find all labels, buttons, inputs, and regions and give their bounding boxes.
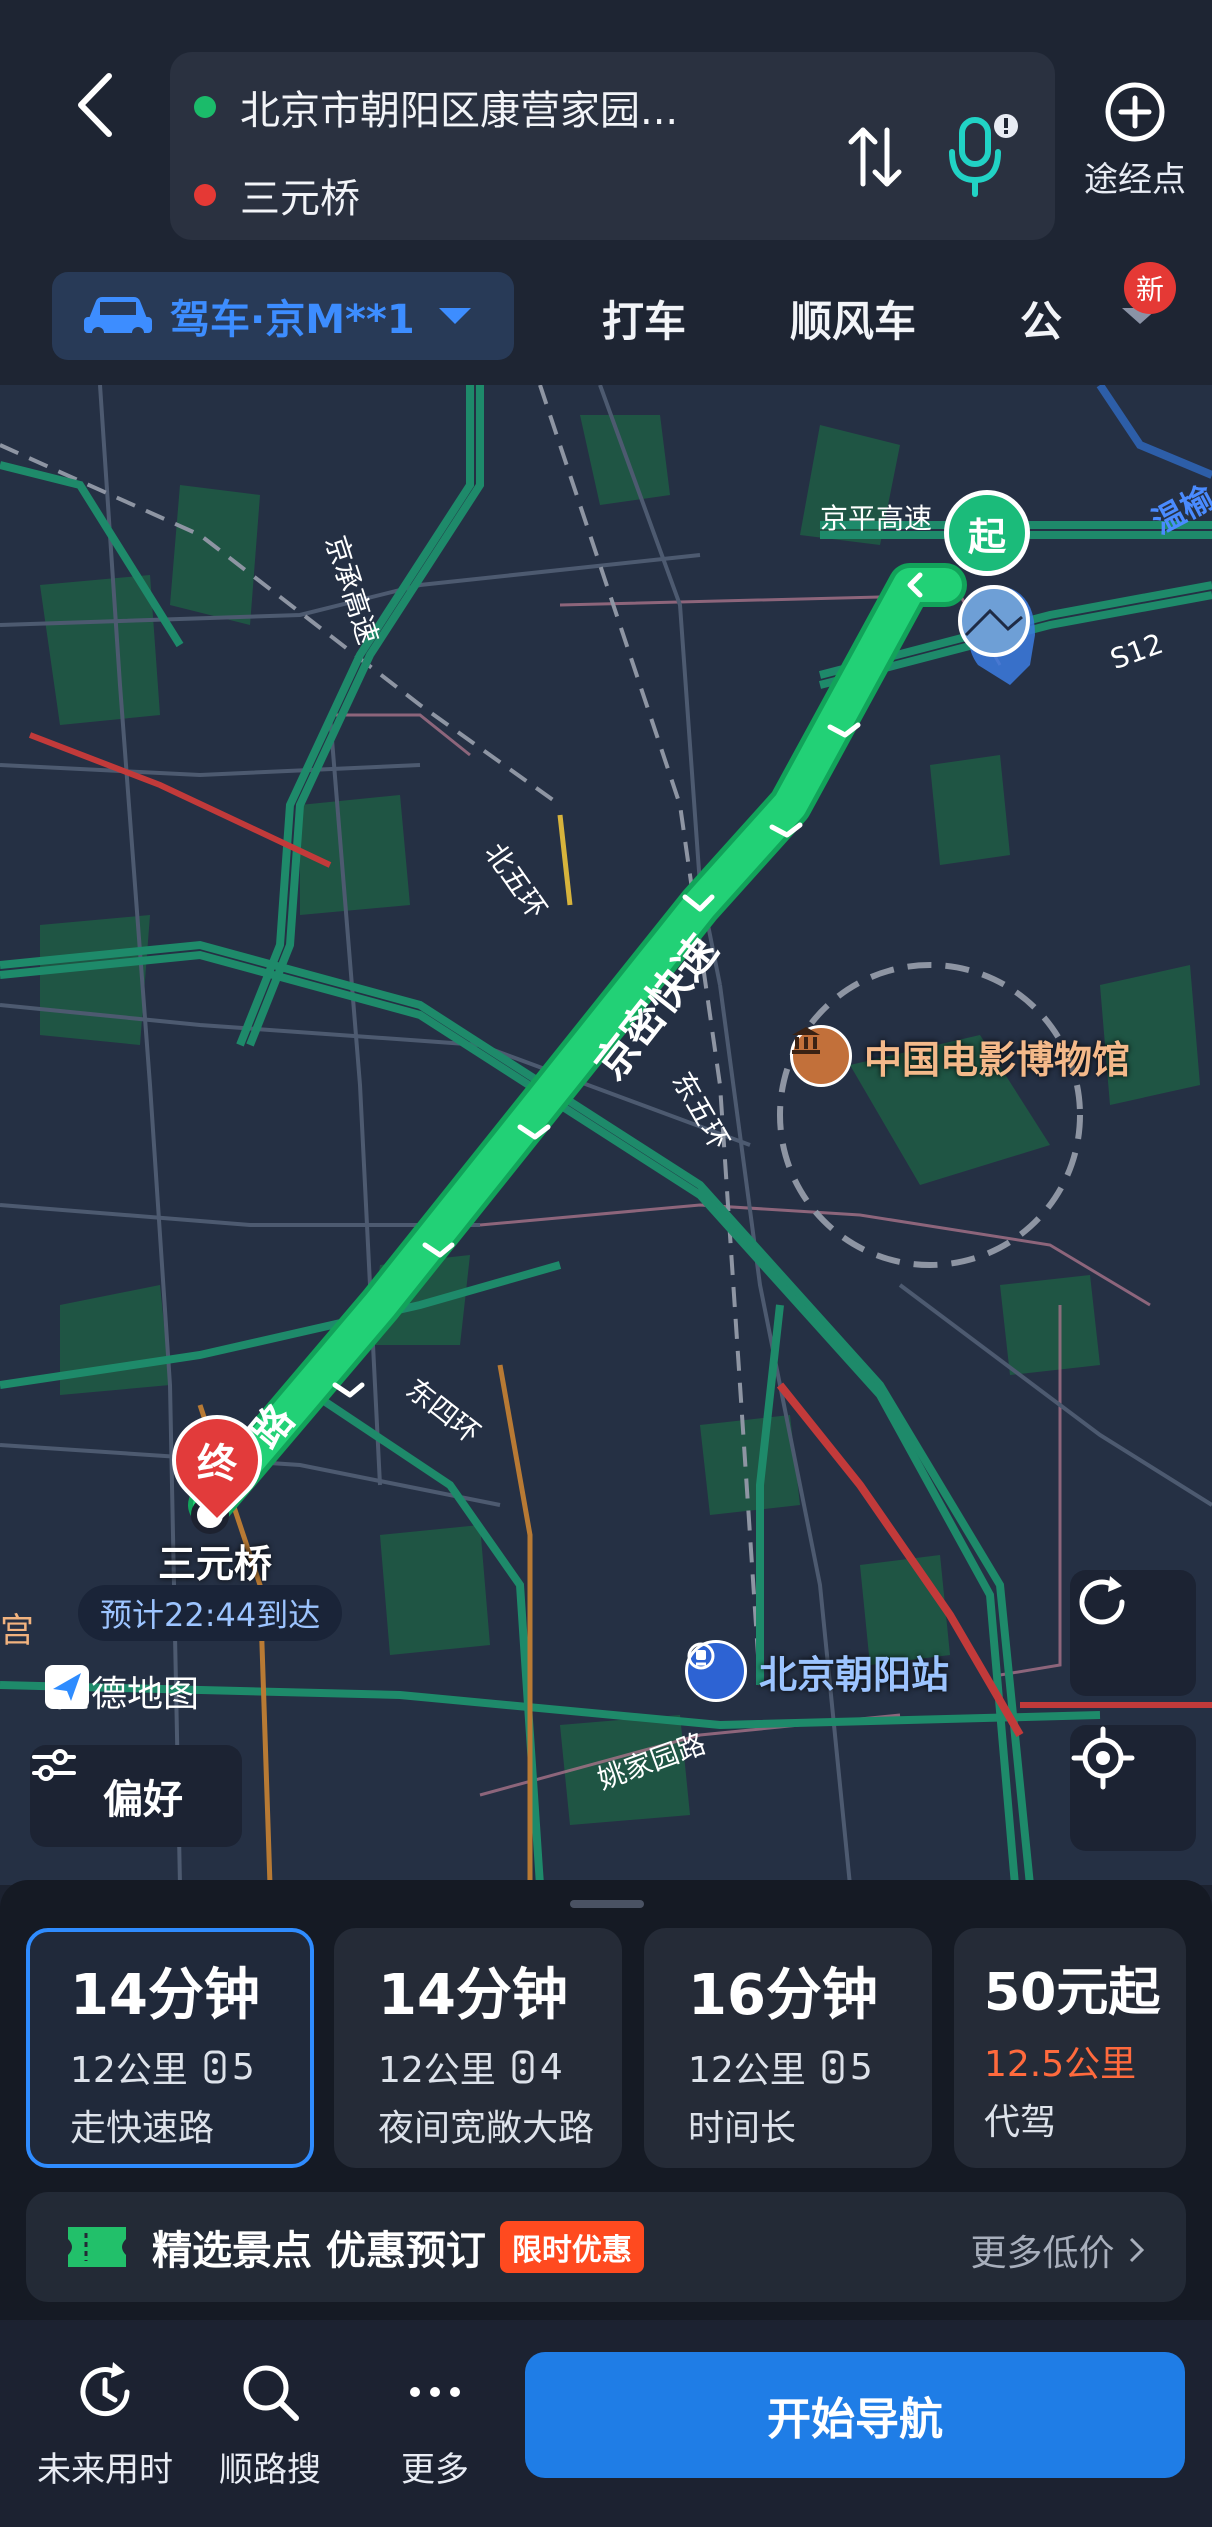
route-distance: 12公里 [688, 2050, 806, 2091]
add-circle-icon [1105, 82, 1165, 142]
museum-icon [790, 1025, 852, 1087]
route-distance-row: 12公里 4 [378, 2041, 622, 2093]
amap-logo: 高德地图 [45, 1665, 199, 1717]
road-label: 京平高速 [820, 502, 933, 535]
chevron-left-icon [78, 73, 112, 137]
route-time: 14分钟 [70, 1963, 260, 2028]
poi-museum[interactable]: 中国电影博物馆 [790, 1025, 1130, 1087]
traffic-light-icon [512, 2050, 534, 2084]
more-dots-icon [410, 2387, 460, 2397]
microphone-icon [949, 114, 1018, 197]
area-label: 宫 [0, 1611, 34, 1651]
route-card[interactable]: 16分钟 12公里 5 时间长 [644, 1928, 932, 2168]
voice-button[interactable] [935, 107, 1025, 207]
sheet-handle[interactable] [570, 1900, 644, 1908]
route-distance: 12公里 [70, 2050, 188, 2091]
mode-tabs: 驾车·京M**1 打车 顺风车 公 [0, 268, 1212, 368]
traffic-light-count: 4 [512, 2047, 563, 2088]
traffic-light-count: 5 [204, 2047, 255, 2088]
traffic-light-count: 5 [822, 2047, 873, 2088]
map-canvas [0, 385, 1212, 1885]
route-distance: 12公里 [378, 2050, 496, 2091]
refresh-icon [1079, 1576, 1125, 1625]
destination-map-label: 三元桥 [158, 1542, 273, 1586]
promo-more-link[interactable]: 更多低价 [971, 2224, 1146, 2276]
traffic-light-number: 5 [231, 2046, 255, 2088]
route-inputs: 北京市朝阳区康营家园... 三元桥 [170, 52, 1055, 240]
promo-banner[interactable]: 精选景点 优惠预订 限时优惠 更多低价 [26, 2192, 1186, 2302]
origin-dot [194, 96, 216, 118]
swap-icon [848, 127, 902, 187]
origin-field[interactable]: 北京市朝阳区康营家园... [170, 62, 678, 152]
start-navigation-button[interactable]: 开始导航 [525, 2352, 1185, 2478]
route-time: 14分钟 [378, 1963, 568, 2028]
destination-dot [194, 184, 216, 206]
locate-icon [1071, 1726, 1135, 1790]
route-tag: 时间长 [688, 2108, 797, 2149]
eta-pill: 预计22:44到达 [78, 1585, 343, 1641]
along-search-label: 顺路搜 [219, 2450, 321, 2490]
sliders-icon [32, 1749, 76, 1781]
preference-button[interactable]: 偏好 [30, 1745, 242, 1847]
search-icon [243, 2365, 299, 2421]
destination-field[interactable]: 三元桥 [170, 150, 360, 240]
clock-icon [80, 2362, 130, 2417]
end-marker-label: 终 [197, 1441, 237, 1487]
train-station-icon [685, 1640, 747, 1702]
traffic-light-number: 4 [539, 2046, 563, 2088]
route-tag: 夜间宽敞大路 [378, 2108, 595, 2149]
tab-drive[interactable]: 驾车·京M**1 [52, 272, 514, 360]
route-card[interactable]: 14分钟 12公里 4 夜间宽敞大路 [334, 1928, 622, 2168]
promo-badge: 限时优惠 [499, 2221, 644, 2273]
route-time: 16分钟 [688, 1963, 878, 2028]
route-tag: 走快速路 [70, 2108, 215, 2149]
waypoint-label: 途经点 [1084, 160, 1186, 200]
back-button[interactable] [60, 60, 130, 150]
driver-tag: 代驾 [984, 2102, 1057, 2143]
more-label: 更多 [401, 2450, 469, 2490]
preference-label: 偏好 [103, 1777, 183, 1823]
future-time-button[interactable]: 未来用时 [25, 2358, 185, 2491]
route-sheet: 14分钟 12公里 5 走快速路 14分钟 12公里 4 夜间宽敞大路 16分钟… [0, 1880, 1212, 2320]
traffic-light-number: 5 [849, 2046, 873, 2088]
chevron-right-icon [1129, 2237, 1145, 2263]
promo-more-text: 更多低价 [970, 2233, 1115, 2274]
destination-text: 三元桥 [240, 176, 360, 222]
driver-price: 50元起 [984, 1963, 1161, 2023]
car-icon [84, 297, 152, 339]
along-search-button[interactable]: 顺路搜 [190, 2358, 350, 2491]
refresh-button[interactable] [1070, 1570, 1196, 1696]
driver-distance: 12.5公里 [984, 2044, 1137, 2085]
route-distance-row: 12公里 5 [70, 2041, 310, 2093]
ticket-icon [68, 2227, 126, 2267]
poi-station[interactable]: 北京朝阳站 [685, 1640, 949, 1702]
map-view[interactable]: 京平高速 京承高速 S12 北五环 京密快速 东五环 东四环 姚家园路 温榆 宫… [0, 385, 1212, 1885]
caret-down-icon [438, 308, 471, 324]
swap-button[interactable] [840, 112, 910, 202]
poi-museum-label: 中国电影博物馆 [864, 1037, 1131, 1082]
route-header: 北京市朝阳区康营家园... 三元桥 途经点 驾车·京M**1 打车 顺风车 公 [0, 0, 1212, 385]
tab-carpool[interactable]: 顺风车 [790, 288, 916, 349]
tab-transit[interactable]: 公 [1020, 288, 1062, 349]
amap-logo-icon [45, 1665, 89, 1709]
traffic-light-icon [204, 2050, 226, 2084]
designated-driver-card[interactable]: 50元起 12.5公里 代驾 [954, 1928, 1186, 2168]
start-marker: 起 [944, 490, 1030, 576]
bottom-action-bar: 未来用时 顺路搜 更多 开始导航 [0, 2322, 1212, 2527]
tab-taxi[interactable]: 打车 [602, 288, 686, 349]
new-badge: 新 [1124, 262, 1176, 314]
drive-tab-label: 驾车·京M**1 [170, 297, 415, 343]
locate-button[interactable] [1070, 1725, 1196, 1851]
route-card[interactable]: 14分钟 12公里 5 走快速路 [26, 1928, 314, 2168]
future-time-label: 未来用时 [37, 2450, 173, 2490]
traffic-light-icon [822, 2050, 844, 2084]
route-distance-row: 12公里 5 [688, 2041, 932, 2093]
promo-title: 精选景点 优惠预订 [152, 2228, 486, 2274]
waypoint-button[interactable]: 途经点 [1070, 80, 1200, 210]
poi-station-label: 北京朝阳站 [759, 1652, 950, 1697]
origin-text: 北京市朝阳区康营家园... [240, 88, 679, 134]
more-button[interactable]: 更多 [355, 2358, 515, 2491]
